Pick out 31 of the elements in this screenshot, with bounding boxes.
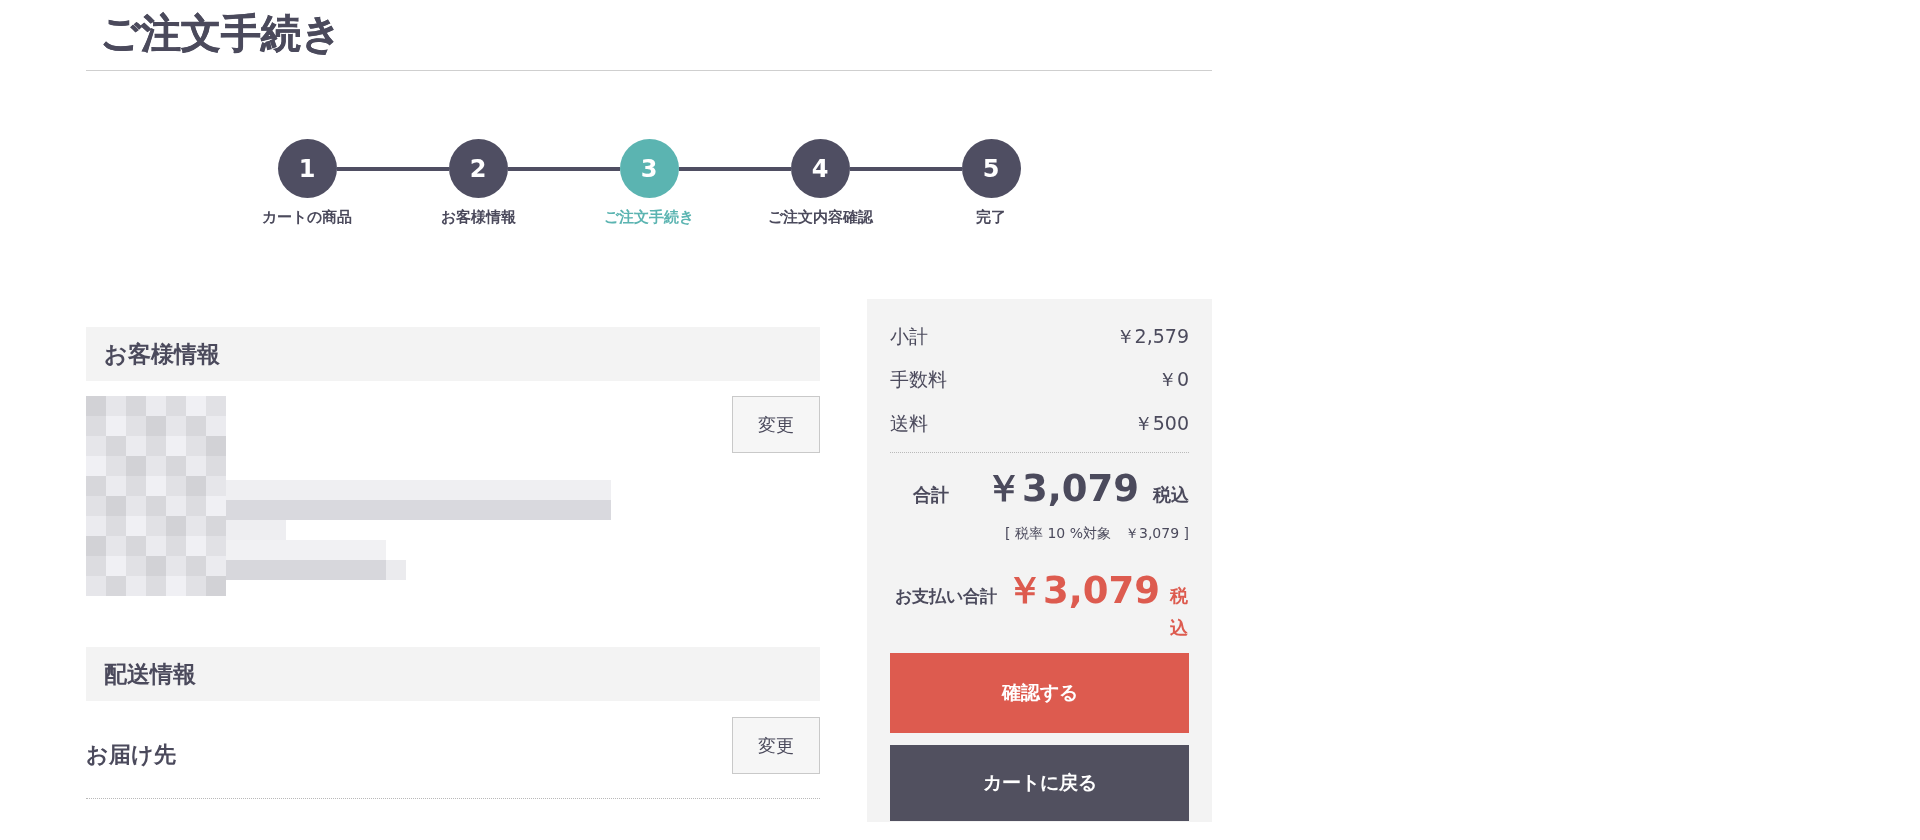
summary-value: ￥500 [1133,410,1189,436]
step-number-circle: 5 [961,139,1021,198]
step-number-circle: 3 [619,139,679,198]
change-button[interactable]: 変更 [732,717,820,774]
page-title: ご注文手続き [100,9,342,58]
summary-value: ￥0 [1157,367,1189,393]
step-label: 完了 [976,207,1006,227]
payment-total-label: お支払い合計 [895,584,997,608]
step-label: お客様情報 [440,207,516,227]
tax-included-label: 税込 [1170,583,1189,640]
back-to-cart-button[interactable]: カートに戻る [890,744,1189,821]
total-amount: ￥3,079 [984,465,1139,512]
tax-rate-note: [ 税率 10 %対象 ￥3,079 ] [1005,523,1189,543]
change-button[interactable]: 変更 [732,396,820,453]
step-label: ご注文内容確認 [767,207,873,227]
summary-label: 手数料 [890,367,947,393]
section-heading: 配送情報 [86,647,820,701]
delivery-address-label: お届け先 [86,741,176,769]
tax-included-label: 税込 [1153,482,1189,507]
step-number-circle: 2 [448,139,508,198]
step-label: カートの商品 [262,207,352,227]
confirm-button[interactable]: 確認する [890,652,1189,733]
step-number-circle: 4 [790,139,850,198]
summary-label: 小計 [890,323,928,349]
total-label: 合計 [912,482,949,507]
step-label: ご注文手続き [604,207,694,227]
summary-value: ￥2,579 [1115,323,1189,349]
summary-label: 送料 [890,410,928,436]
payment-total-amount: ￥3,079 [1006,567,1161,614]
step-number-circle: 1 [277,139,337,198]
section-heading: お客様情報 [86,327,820,381]
